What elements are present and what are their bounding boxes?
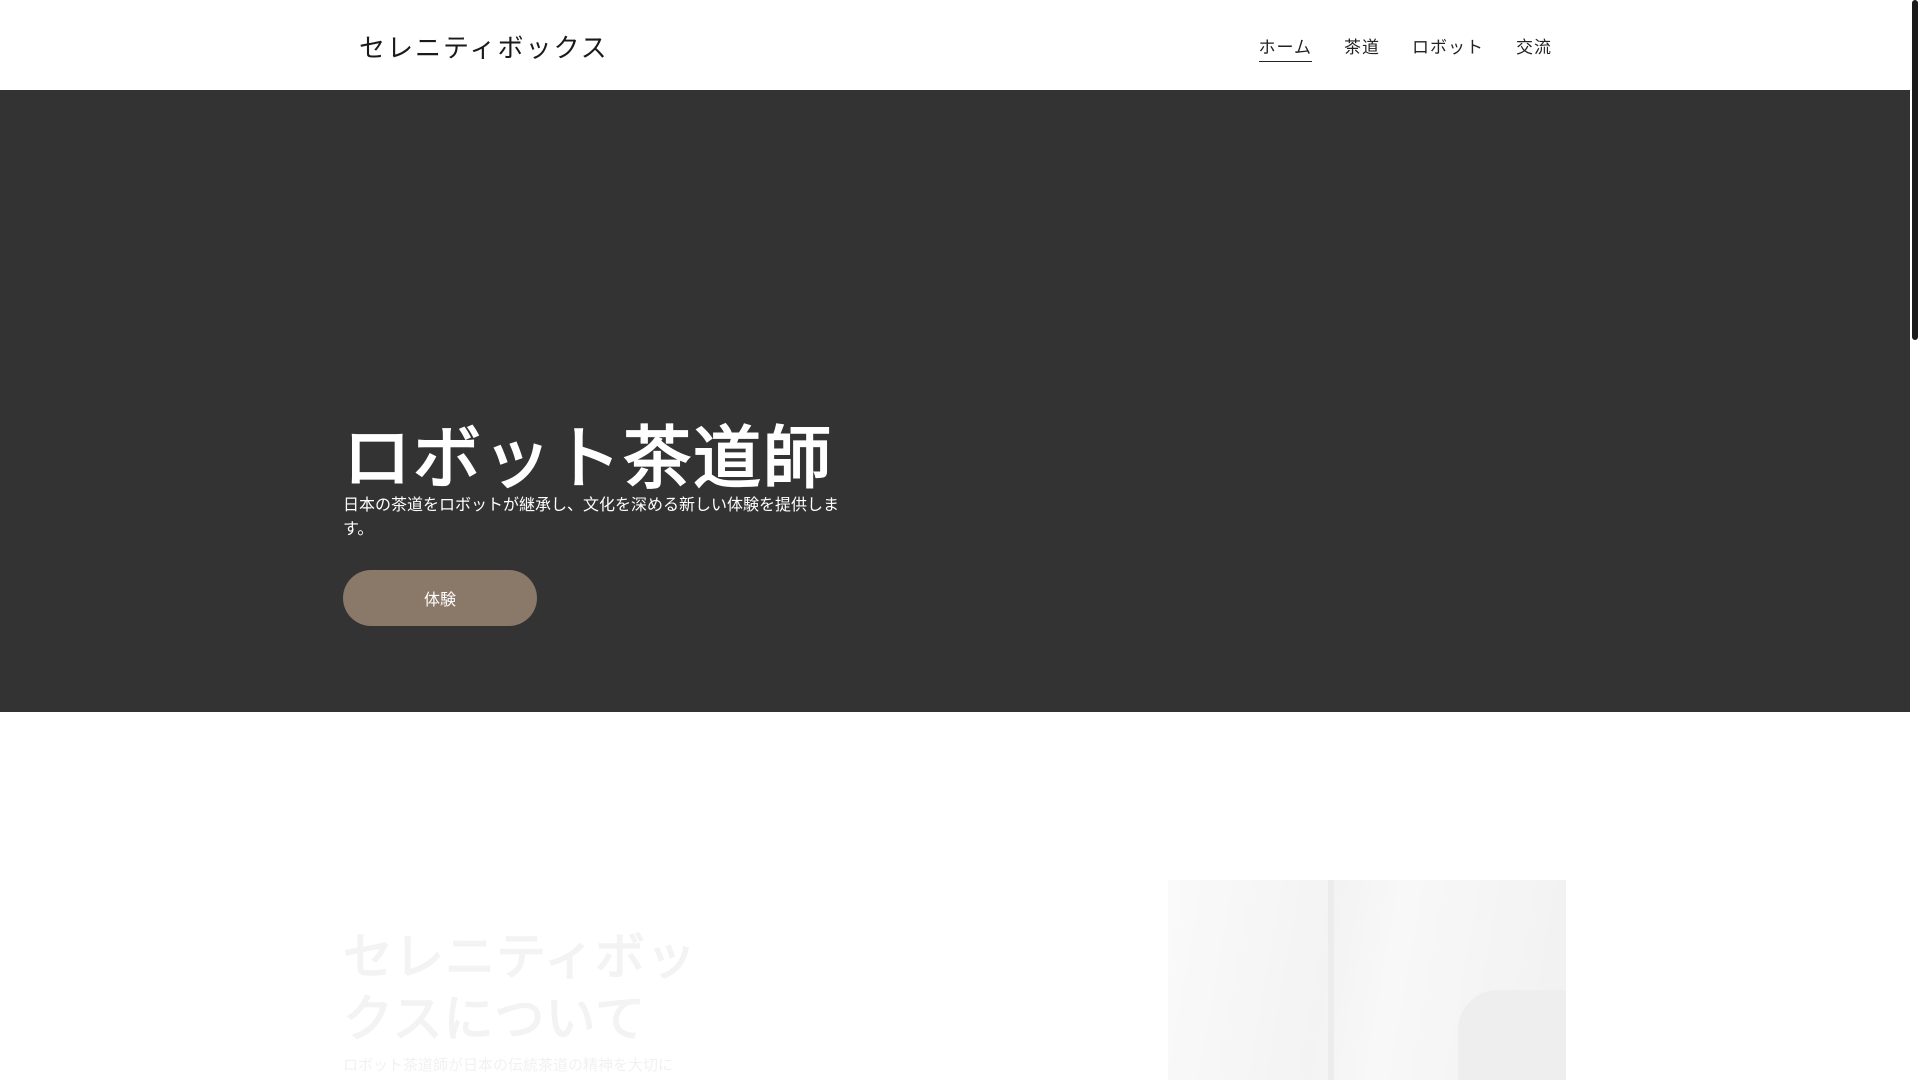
nav-link-tea-ceremony[interactable]: 茶道 xyxy=(1344,33,1380,62)
hero-title: ロボット茶道師 xyxy=(343,420,834,499)
about-text: ロボット茶道師が日本の伝統茶道の精神を大切に xyxy=(343,1056,674,1074)
brand-logo-link[interactable]: セレニティボックス xyxy=(359,28,609,65)
page: セレニティボックス ホーム 茶道 ロボット 交流 ロボット茶道師 日本の茶道をロ… xyxy=(0,0,1920,1080)
about-image-shade xyxy=(1458,990,1566,1080)
about-image-shade xyxy=(1328,880,1334,1080)
scrollbar-thumb[interactable] xyxy=(1912,0,1918,340)
site-header: セレニティボックス ホーム 茶道 ロボット 交流 xyxy=(0,0,1910,90)
about-section: セレニティボックスについて ロボット茶道師が日本の伝統茶道の精神を大切に xyxy=(0,712,1910,1080)
page-scrollbar[interactable] xyxy=(1910,0,1920,1080)
nav-link-home[interactable]: ホーム xyxy=(1258,33,1312,62)
main-nav: ホーム 茶道 ロボット 交流 xyxy=(1258,33,1553,62)
experience-button[interactable]: 体験 xyxy=(343,570,537,626)
hero-description: 日本の茶道をロボットが継承し、文化を深める新しい体験を提供します。 xyxy=(343,495,840,538)
nav-link-exchange[interactable]: 交流 xyxy=(1516,33,1552,62)
about-image xyxy=(1168,880,1566,1080)
about-title: セレニティボックスについて xyxy=(343,928,697,1048)
nav-link-robot[interactable]: ロボット xyxy=(1412,33,1484,62)
hero-section: ロボット茶道師 日本の茶道をロボットが継承し、文化を深める新しい体験を提供します… xyxy=(0,90,1910,712)
